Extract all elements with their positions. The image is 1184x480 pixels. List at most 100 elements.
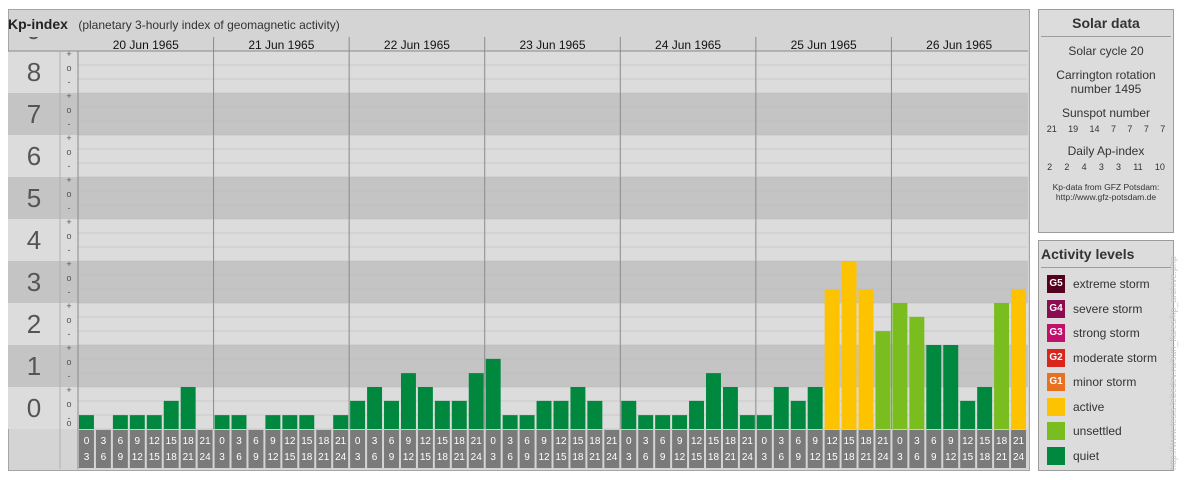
y-minor-label-1-0: -: [68, 371, 71, 381]
interval-start-8: 0: [219, 436, 225, 447]
activity-swatch-3: G2: [1047, 348, 1065, 367]
day-label-2: 22 Jun 1965: [384, 38, 450, 52]
kp-bar-9: [231, 415, 247, 429]
interval-start-49: 3: [914, 436, 920, 447]
interval-end-0: 3: [84, 452, 90, 463]
interval-end-2: 9: [118, 452, 124, 463]
interval-end-27: 12: [538, 452, 550, 463]
y-minor-label-5-1: o: [66, 189, 71, 199]
kp-bar-19: [400, 373, 416, 429]
interval-end-3: 12: [132, 452, 144, 463]
y-axis-label-1: 1: [27, 351, 41, 381]
y-minor-label-5-0: -: [68, 203, 71, 213]
sunspot-number-title: Sunspot number: [1061, 106, 1151, 120]
interval-start-32: 0: [626, 436, 632, 447]
kp-bar-16: [350, 400, 366, 429]
sunspot-value-5: 7: [1143, 124, 1149, 134]
interval-end-52: 15: [962, 452, 974, 463]
interval-start-12: 12: [284, 436, 296, 447]
interval-start-36: 12: [691, 436, 703, 447]
interval-start-5: 15: [166, 436, 178, 447]
interval-start-31: 21: [606, 436, 618, 447]
interval-end-4: 15: [149, 452, 161, 463]
y-minor-label-3-1: o: [66, 273, 71, 283]
credit-line-2[interactable]: http://www.gfz-potsdam.de: [1039, 192, 1173, 202]
activity-swatch-6: [1047, 422, 1065, 441]
y-minor-label-6-2: +: [66, 133, 71, 143]
interval-end-22: 21: [454, 452, 466, 463]
kp-bar-5: [163, 400, 179, 429]
interval-start-1: 3: [101, 436, 107, 447]
interval-start-48: 0: [897, 436, 903, 447]
kp-bar-34: [655, 415, 671, 429]
activity-swatch-1: G4: [1047, 299, 1065, 318]
activity-level-quiet: quiet: [1039, 444, 1173, 469]
ap-value-4: 3: [1116, 162, 1122, 172]
interval-end-7: 24: [200, 452, 212, 463]
interval-end-6: 21: [183, 452, 195, 463]
kp-bar-48: [892, 303, 908, 429]
interval-end-24: 3: [490, 452, 496, 463]
y-axis-label-9: 9: [27, 37, 41, 45]
interval-start-11: 9: [270, 436, 276, 447]
y-minor-label-7-1: o: [66, 105, 71, 115]
y-axis-label-4: 4: [27, 225, 41, 255]
day-label-0: 20 Jun 1965: [113, 38, 179, 52]
interval-start-23: 21: [471, 436, 483, 447]
kp-bar-2: [112, 415, 128, 429]
kp-bar-30: [587, 400, 603, 429]
kp-band-3: [8, 261, 1028, 303]
kp-band-8: [8, 51, 1028, 93]
kp-bar-21: [434, 400, 450, 429]
day-label-1: 21 Jun 1965: [248, 38, 314, 52]
kp-bar-17: [367, 387, 383, 429]
ap-index-values: 2 2 4 3 3 11 10: [1041, 162, 1171, 172]
activity-label-4: minor storm: [1073, 375, 1137, 390]
interval-start-30: 18: [589, 436, 601, 447]
kp-bar-32: [621, 400, 637, 429]
activity-level-minor-storm: G1 minor storm: [1039, 370, 1173, 395]
interval-end-1: 6: [101, 452, 107, 463]
kp-bar-28: [553, 400, 569, 429]
interval-end-8: 3: [219, 452, 225, 463]
chart-subtitle: (planetary 3-hourly index of geomagnetic…: [78, 18, 340, 32]
interval-end-42: 9: [795, 452, 801, 463]
y-minor-label-2-1: o: [66, 315, 71, 325]
kp-bar-39: [739, 415, 755, 429]
solar-data-panel: Solar data Solar cycle 20 Carrington rot…: [1038, 9, 1174, 233]
interval-end-45: 18: [844, 452, 856, 463]
ap-index-title: Daily Ap-index: [1067, 144, 1145, 158]
activity-level-unsettled: unsettled: [1039, 419, 1173, 444]
interval-start-7: 21: [200, 436, 212, 447]
interval-start-26: 6: [524, 436, 530, 447]
kp-bar-40: [756, 415, 772, 429]
interval-start-4: 12: [149, 436, 161, 447]
interval-end-17: 6: [372, 452, 378, 463]
kp-bar-50: [926, 345, 942, 429]
kp-bar-49: [909, 316, 925, 429]
interval-start-14: 18: [318, 436, 330, 447]
y-minor-label-1-2: +: [66, 343, 71, 353]
day-label-4: 24 Jun 1965: [655, 38, 721, 52]
activity-label-1: severe storm: [1073, 301, 1143, 316]
kp-bar-25: [502, 415, 518, 429]
interval-end-13: 18: [301, 452, 313, 463]
y-axis-label-0: 0: [27, 393, 41, 423]
y-axis-label-3: 3: [27, 267, 41, 297]
interval-start-52: 12: [962, 436, 974, 447]
interval-start-35: 9: [677, 436, 683, 447]
interval-end-21: 18: [437, 452, 449, 463]
interval-start-25: 3: [507, 436, 513, 447]
interval-end-26: 9: [524, 452, 530, 463]
interval-end-50: 9: [931, 452, 937, 463]
kp-bar-42: [790, 400, 806, 429]
kp-band-2: [8, 303, 1028, 345]
interval-start-45: 15: [844, 436, 856, 447]
interval-start-55: 21: [1013, 436, 1025, 447]
activity-label-5: active: [1073, 399, 1105, 414]
sunspot-value-2: 14: [1089, 124, 1100, 134]
solar-data-title: Solar data: [1041, 10, 1171, 37]
interval-end-15: 24: [335, 452, 347, 463]
source-watermark: http://www.tesis.lebedev.ru/sun_flares/k…: [1168, 256, 1178, 470]
credit-line-1: Kp-data from GFZ Potsdam:: [1052, 182, 1160, 192]
